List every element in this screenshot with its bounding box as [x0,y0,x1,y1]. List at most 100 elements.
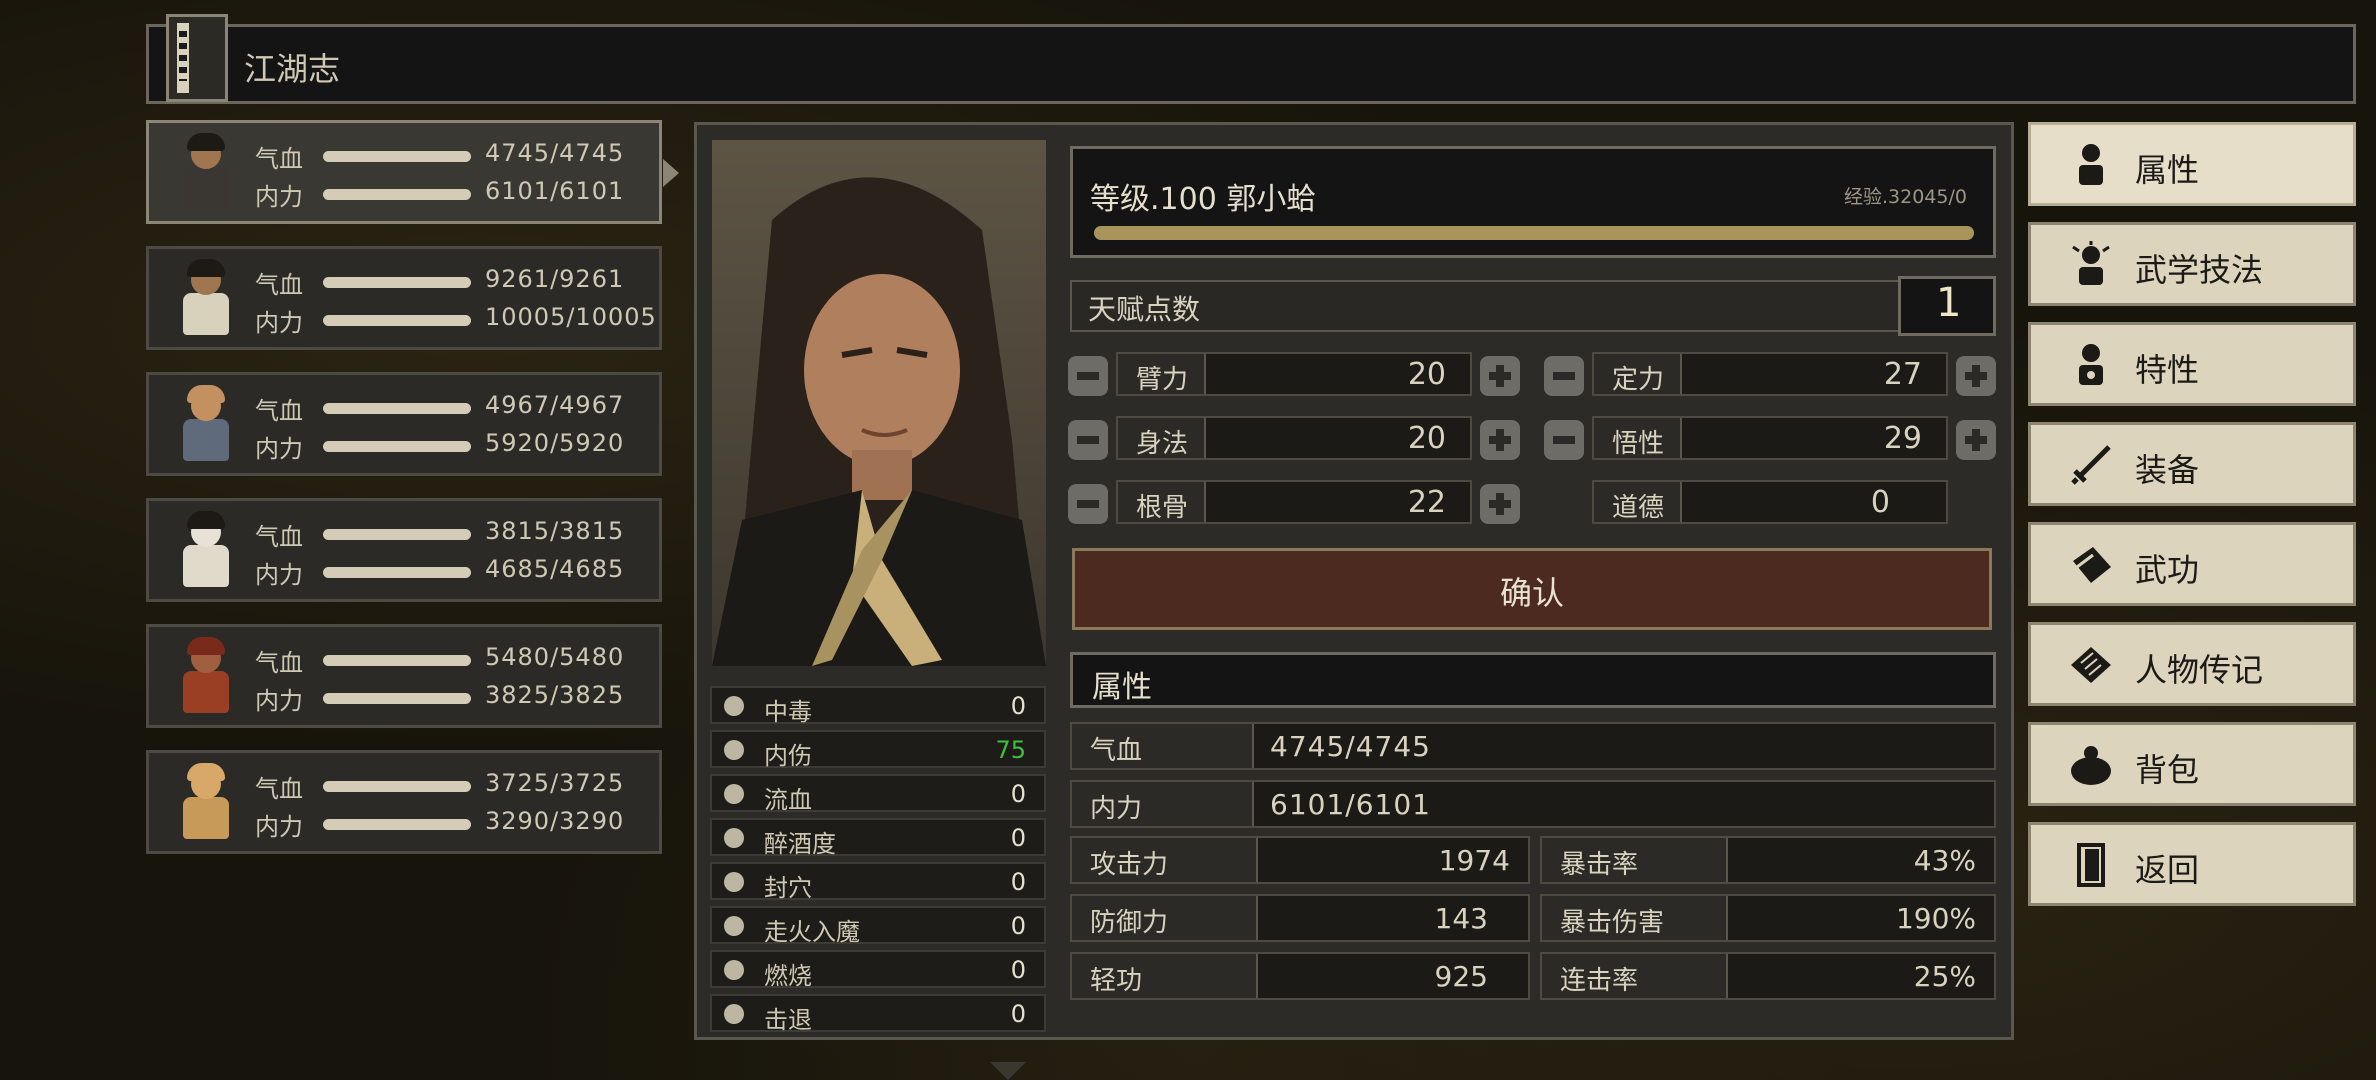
manual-book-icon [2073,547,2111,583]
martial-skill-icon [2072,241,2110,285]
menu-label: 返回 [2135,851,2200,889]
menu-martial-skills-button[interactable]: 武学技法 [2028,222,2356,306]
experience-bar-fill [1094,226,1974,240]
attribute-name: 身法 [1136,429,1189,459]
effect-bleeding: 流血 0 [710,774,1046,814]
menu-return-button[interactable]: 返回 [2028,822,2356,906]
door-icon [2077,843,2105,887]
party-member-4[interactable]: 气血 3815/3815 内力 4685/4685 [146,498,662,602]
arm-plus-button[interactable] [1480,356,1520,396]
stat-combo-rate: 连击率 25% [1540,952,1996,1000]
attribute-value: 29 [1883,421,1922,456]
menu-martial-arts-button[interactable]: 武功 [2028,522,2356,606]
bone-minus-button[interactable] [1068,484,1108,524]
mp-label: 内力 [255,435,303,463]
menu-bag-button[interactable]: 背包 [2028,722,2356,806]
attribute-name: 臂力 [1136,365,1189,395]
avatar [167,259,243,339]
blood-icon [724,784,744,804]
insight-minus-button[interactable] [1544,420,1584,460]
effect-value: 0 [1010,780,1026,808]
focus-minus-button[interactable] [1544,356,1584,396]
insight-plus-button[interactable] [1956,420,1996,460]
attribute-value: 22 [1407,485,1446,520]
effect-value: 75 [995,736,1026,764]
mp-bar [323,189,471,200]
attribute-name: 根骨 [1136,493,1189,523]
knockback-icon [724,1004,744,1024]
stat-mp: 内力 6101/6101 [1070,780,1996,828]
menu-equipment-button[interactable]: 装备 [2028,422,2356,506]
broken-heart-icon [724,740,744,760]
menu-label: 背包 [2135,751,2200,789]
effect-name: 击退 [764,1006,812,1034]
hp-value: 9261/9261 [485,265,625,293]
stat-value: 43% [1913,844,1976,877]
menu-label: 特性 [2135,351,2200,389]
mp-label: 内力 [255,687,303,715]
attribute-value: 0 [1870,485,1890,520]
hp-bar [323,403,471,414]
stat-value: 143 [1434,902,1488,935]
talent-points-value: 1 [1936,280,1962,326]
avatar [167,385,243,465]
hp-value: 4967/4967 [485,391,625,419]
bone-plus-button[interactable] [1480,484,1520,524]
effect-value: 0 [1010,824,1026,852]
focus-plus-button[interactable] [1956,356,1996,396]
stat-label: 连击率 [1560,966,1639,996]
party-member-1[interactable]: 气血 4745/4745 内力 6101/6101 [146,120,679,224]
hp-label: 气血 [255,775,303,803]
menu-attributes-button[interactable]: 属性 [2028,122,2356,206]
party-member-6[interactable]: 气血 3725/3725 内力 3290/3290 [146,750,662,854]
demon-icon [724,916,744,936]
mp-bar [323,315,471,326]
confirm-label: 确认 [1500,574,1565,612]
party-member-3[interactable]: 气血 4967/4967 内力 5920/5920 [146,372,662,476]
party-member-5[interactable]: 气血 5480/5480 内力 3825/3825 [146,624,662,728]
mp-bar [323,693,471,704]
hp-label: 气血 [255,649,303,677]
mp-bar [323,441,471,452]
arm-minus-button[interactable] [1068,356,1108,396]
menu-traits-button[interactable]: 特性 [2028,322,2356,406]
party-member-2[interactable]: 气血 9261/9261 内力 10005/10005 [146,246,662,350]
stat-label: 内力 [1090,794,1143,824]
agility-minus-button[interactable] [1068,420,1108,460]
mp-value: 5920/5920 [485,429,625,457]
effect-name: 走火入魔 [764,918,860,946]
stat-value: 925 [1434,960,1488,993]
book-icon [166,14,228,102]
effect-sealed: 封穴 0 [710,862,1046,902]
hp-bar [323,655,471,666]
hp-label: 气血 [255,523,303,551]
bag-icon [2071,746,2111,785]
attribute-insight: 悟性 29 [1592,416,1948,460]
effect-drunk: 醉酒度 0 [710,818,1046,858]
scroll-down-icon [990,1062,1026,1080]
menu-label: 人物传记 [2135,651,2264,689]
agility-plus-button[interactable] [1480,420,1520,460]
stat-attack: 攻击力 1974 [1070,836,1530,884]
attribute-section-title: 属性 [1092,670,1152,705]
title-bar [146,24,2356,104]
effect-poison: 中毒 0 [710,686,1046,726]
fire-icon [724,960,744,980]
menu-label: 装备 [2135,451,2200,489]
effect-value: 0 [1010,912,1026,940]
biography-icon [2071,647,2111,683]
seal-icon [724,872,744,892]
mp-label: 内力 [255,183,303,211]
hp-label: 气血 [255,271,303,299]
effect-name: 中毒 [764,698,812,726]
stat-label: 暴击伤害 [1560,908,1665,938]
menu-biography-button[interactable]: 人物传记 [2028,622,2356,706]
attribute-bone: 根骨 22 [1116,480,1472,524]
drunk-icon [724,828,744,848]
stat-crit-rate: 暴击率 43% [1540,836,1996,884]
attribute-section-header [1070,652,1996,708]
hp-bar [323,151,471,162]
effect-qi-deviation: 走火入魔 0 [710,906,1046,946]
mp-label: 内力 [255,561,303,589]
talent-points-label: 天赋点数 [1088,293,1201,326]
